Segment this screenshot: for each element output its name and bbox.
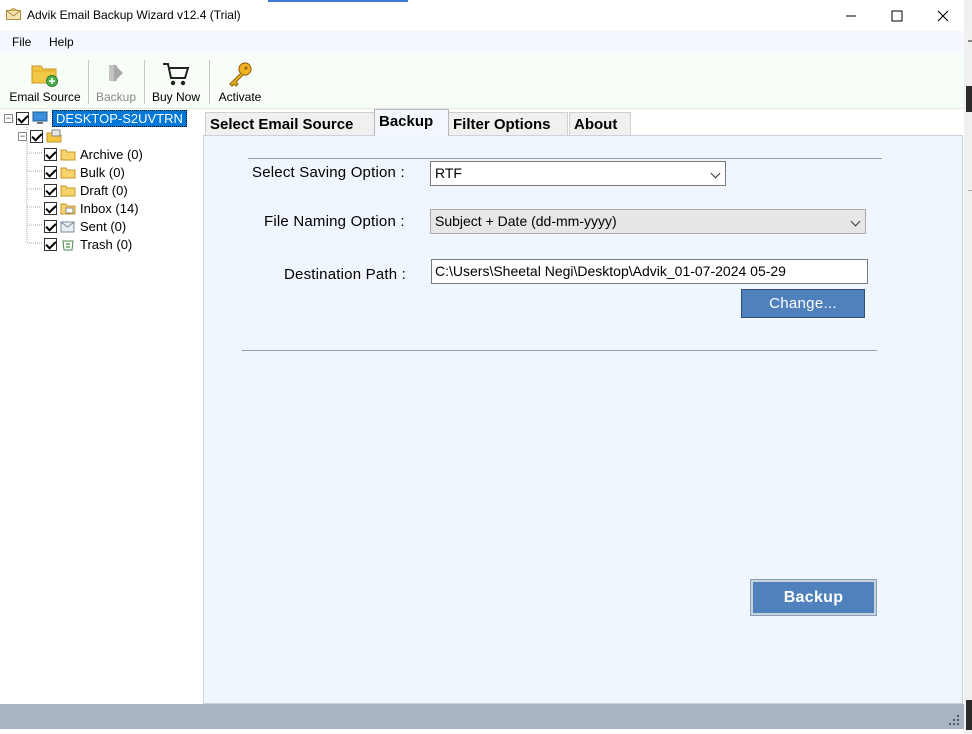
tab-about[interactable]: About xyxy=(569,112,631,135)
email-source-button[interactable]: Email Source xyxy=(6,58,84,108)
file-naming-select[interactable]: Subject + Date (dd-mm-yyyy) xyxy=(430,209,866,234)
toolbar-backup-label: Backup xyxy=(95,90,137,104)
sent-folder-icon xyxy=(60,221,75,232)
saving-option-select[interactable]: RTF xyxy=(430,161,726,186)
tree-node-label: DESKTOP-S2UVTRN xyxy=(52,109,187,127)
window-title: Advik Email Backup Wizard v12.4 (Trial) xyxy=(27,8,241,22)
email-source-label: Email Source xyxy=(9,90,81,104)
backup-button[interactable]: Backup xyxy=(750,579,877,616)
minimize-icon xyxy=(846,15,856,16)
menu-help[interactable]: Help xyxy=(49,35,74,49)
resize-grip-icon[interactable] xyxy=(948,714,960,726)
maximize-button[interactable] xyxy=(874,0,920,31)
buy-now-button[interactable]: Buy Now xyxy=(148,58,204,108)
chevron-down-icon xyxy=(850,216,861,227)
folder-label: Draft (0) xyxy=(80,182,128,198)
tree-folder-draft[interactable]: Draft (0) xyxy=(44,181,128,199)
activate-button[interactable]: Activate xyxy=(214,58,266,108)
destination-path-input[interactable]: C:\Users\Sheetal Negi\Desktop\Advik_01-0… xyxy=(431,259,868,284)
tab-strip: Select Email Source Backup Filter Option… xyxy=(203,109,964,136)
folder-icon xyxy=(60,167,76,178)
toolbar-separator xyxy=(144,60,145,104)
file-naming-value: Subject + Date (dd-mm-yyyy) xyxy=(435,213,617,229)
computer-icon xyxy=(32,111,48,124)
minimize-button[interactable] xyxy=(828,0,874,31)
tree-node-mail-store[interactable]: − xyxy=(18,127,66,145)
saving-option-value: RTF xyxy=(435,165,462,181)
tab-filter-options[interactable]: Filter Options xyxy=(448,112,568,135)
folder-label: Bulk (0) xyxy=(80,164,125,180)
tab-backup[interactable]: Backup xyxy=(374,109,449,136)
tree-folder-sent[interactable]: Sent (0) xyxy=(44,217,126,235)
tree-folder-trash[interactable]: Trash (0) xyxy=(44,235,132,253)
tree-checkbox[interactable] xyxy=(44,237,57,251)
inbox-folder-icon xyxy=(60,203,76,214)
folder-label: Archive (0) xyxy=(80,146,143,162)
menu-file[interactable]: File xyxy=(12,35,31,49)
collapse-toggle[interactable]: − xyxy=(4,113,13,123)
change-path-button[interactable]: Change... xyxy=(741,289,865,318)
app-window: Advik Email Backup Wizard v12.4 (Trial) … xyxy=(0,0,972,734)
menu-bar: File Help xyxy=(0,31,964,54)
maximize-icon xyxy=(891,10,903,21)
tree-checkbox[interactable] xyxy=(44,183,57,197)
play-arrow-icon xyxy=(109,64,123,82)
recycle-bin-icon xyxy=(62,240,74,250)
saving-option-label: Select Saving Option : xyxy=(252,164,405,181)
tree-folder-bulk[interactable]: Bulk (0) xyxy=(44,163,125,181)
toolbar-separator xyxy=(88,60,89,104)
app-envelope-icon xyxy=(6,8,21,20)
tree-folder-archive[interactable]: Archive (0) xyxy=(44,145,143,163)
file-naming-label: File Naming Option : xyxy=(264,213,405,230)
tree-checkbox[interactable] xyxy=(44,147,57,161)
backup-tab-panel: Select Saving Option : RTF File Naming O… xyxy=(203,135,963,704)
toolbar-backup-button[interactable]: Backup xyxy=(92,58,140,108)
mail-store-icon xyxy=(46,129,62,143)
tree-checkbox[interactable] xyxy=(44,201,57,215)
tree-folder-inbox[interactable]: Inbox (14) xyxy=(44,199,139,217)
divider xyxy=(242,350,877,351)
folder-label: Inbox (14) xyxy=(80,200,139,216)
activate-label: Activate xyxy=(218,90,262,104)
folder-icon xyxy=(60,185,76,196)
title-bar: Advik Email Backup Wizard v12.4 (Trial) xyxy=(0,0,964,31)
destination-path-label: Destination Path : xyxy=(284,266,407,283)
folder-icon xyxy=(60,149,76,160)
toolbar: Email Source Backup Buy Now Activate xyxy=(0,54,964,109)
folder-add-icon xyxy=(31,65,58,87)
tree-node-computer[interactable]: − DESKTOP-S2UVTRN xyxy=(4,109,187,127)
toolbar-separator xyxy=(209,60,210,104)
window-bottom-edge xyxy=(0,729,964,734)
tree-checkbox[interactable] xyxy=(44,219,57,233)
tree-checkbox[interactable] xyxy=(44,165,57,179)
folder-tree: − DESKTOP-S2UVTRN − Archive (0) Bulk (0)… xyxy=(0,109,203,704)
folder-label: Trash (0) xyxy=(80,236,133,252)
tree-checkbox[interactable] xyxy=(30,129,43,143)
chevron-down-icon xyxy=(710,168,721,179)
tab-select-email-source[interactable]: Select Email Source xyxy=(205,112,375,135)
close-icon xyxy=(937,10,949,21)
key-icon xyxy=(229,62,252,87)
close-button[interactable] xyxy=(920,0,966,31)
folder-label: Sent (0) xyxy=(80,218,127,234)
divider xyxy=(248,158,882,159)
buy-now-label: Buy Now xyxy=(151,90,201,104)
collapse-toggle[interactable]: − xyxy=(18,131,27,141)
background-window-edge xyxy=(964,0,972,734)
status-bar xyxy=(0,704,964,729)
shopping-cart-icon xyxy=(163,63,190,86)
tree-checkbox[interactable] xyxy=(16,111,29,125)
